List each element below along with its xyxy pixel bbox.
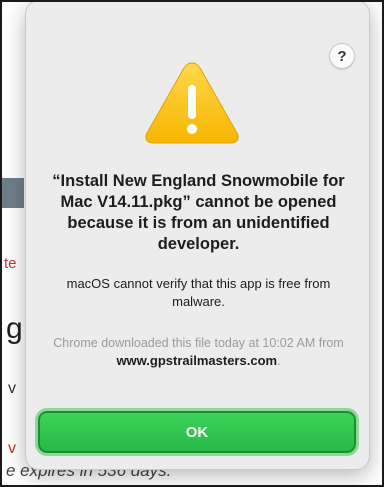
help-button[interactable]: ? <box>329 43 355 69</box>
background-text-fragment: te <box>4 255 17 272</box>
dialog-title: “Install New England Snowmobile for Mac … <box>52 172 345 253</box>
background-heading-fragment: g <box>6 312 23 345</box>
warning-triangle-icon <box>145 62 239 144</box>
download-info: Chrome downloaded this file today at 10:… <box>46 335 351 370</box>
download-source-domain: www.gpstrailmasters.com <box>116 353 278 368</box>
background-link-fragment: v <box>8 440 16 457</box>
ok-button[interactable]: OK <box>38 411 356 453</box>
dialog-message: macOS cannot verify that this app is fre… <box>66 276 331 309</box>
background-text-fragment: v <box>8 380 16 397</box>
security-warning-dialog: ? “Install New England Snowmobile for Ma… <box>25 0 370 470</box>
download-info-text: Chrome downloaded this file today at 10:… <box>53 336 344 350</box>
download-info-period: . <box>277 354 281 368</box>
background-image-strip <box>2 178 24 208</box>
